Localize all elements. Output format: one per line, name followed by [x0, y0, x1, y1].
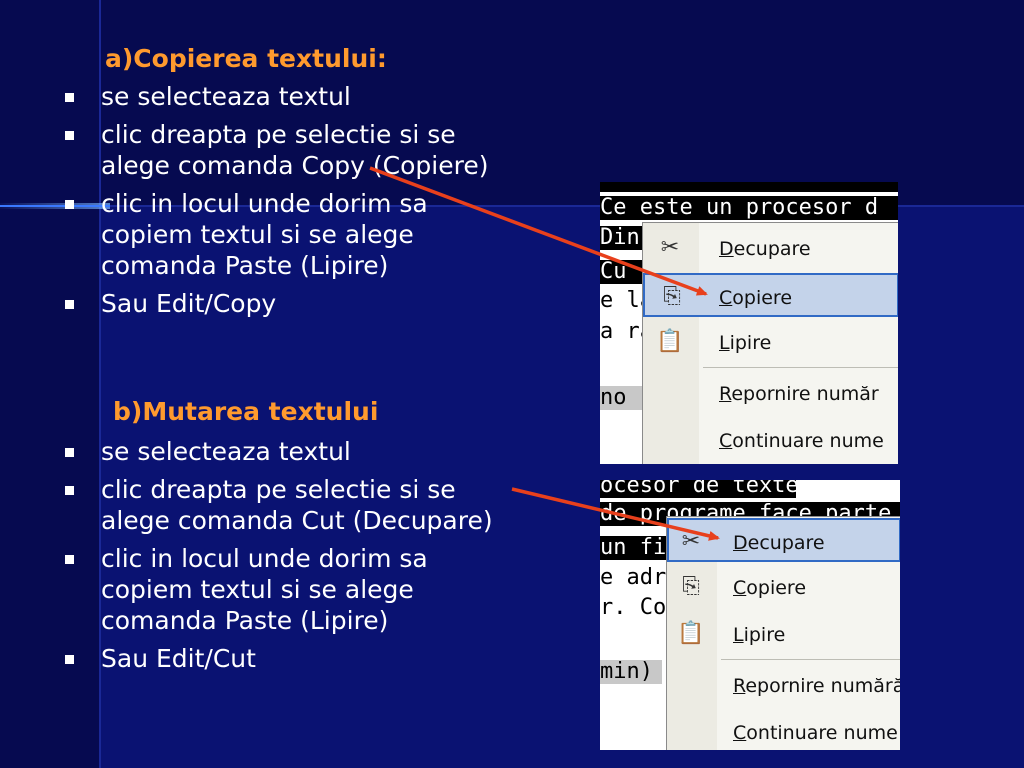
- paste-icon: 📋: [656, 329, 684, 354]
- copy-menu-screenshot: Ce este un procesor d Din Cu e la a ra n…: [600, 182, 898, 464]
- scissors-icon: ✂: [681, 529, 701, 554]
- list-item: Sau Edit/Copy: [62, 288, 512, 319]
- menu-item-lipire[interactable]: 📋 Lipire: [667, 612, 900, 656]
- paste-icon: 📋: [677, 621, 705, 646]
- scissors-icon: ✂: [660, 235, 680, 260]
- doc-line-dark: un fi: [600, 535, 667, 560]
- list-item: clic dreapta pe selectie si se alege com…: [62, 474, 512, 536]
- doc-line-dark: ocesor de texte: [600, 480, 799, 498]
- menu-item-continuare-numerotare[interactable]: Continuare nume: [643, 418, 898, 462]
- menu-item-repornire-numar[interactable]: Repornire numără: [667, 663, 900, 707]
- context-menu: ✂ Decupare ⎘ Copiere 📋 Lipire Repornire …: [666, 516, 900, 750]
- menu-item-repornire-numar[interactable]: Repornire număr: [643, 371, 898, 415]
- menu-item-lipire[interactable]: 📋 Lipire: [643, 320, 898, 364]
- list-item: clic dreapta pe selectie si se alege com…: [62, 119, 512, 181]
- heading-copy-text: a)Copierea textului:: [105, 44, 387, 73]
- bullet-square-icon: [65, 93, 74, 102]
- bullet-square-icon: [65, 486, 74, 495]
- menu-separator: [703, 367, 898, 368]
- list-item: se selecteaza textul: [62, 81, 512, 112]
- list-item: Sau Edit/Cut: [62, 643, 512, 674]
- bullet-square-icon: [65, 300, 74, 309]
- menu-item-continuare-numerotare[interactable]: Continuare nume: [667, 710, 900, 750]
- menu-item-copiere[interactable]: ⎘ Copiere: [667, 565, 900, 609]
- bullet-square-icon: [65, 131, 74, 140]
- move-steps-list: se selecteaza textul clic dreapta pe sel…: [62, 436, 512, 681]
- menu-item-decupare[interactable]: ✂ Decupare: [643, 226, 898, 270]
- context-menu: ✂ Decupare ⎘ Copiere 📋 Lipire Repornire …: [642, 222, 898, 464]
- menu-item-copiere[interactable]: ⎘ Copiere: [643, 273, 898, 317]
- copy-icon: ⎘: [682, 574, 700, 599]
- menu-separator: [721, 659, 900, 660]
- list-item: se selecteaza textul: [62, 436, 512, 467]
- heading-move-text: b)Mutarea textului: [113, 397, 379, 426]
- doc-line-dark: Ce este un procesor d: [600, 196, 898, 220]
- doc-line-grey: no: [600, 386, 644, 410]
- bullet-square-icon: [65, 200, 74, 209]
- doc-line-grey: min): [600, 660, 662, 684]
- doc-line-dark: Cu: [600, 260, 644, 284]
- copy-icon: ⎘: [663, 284, 681, 309]
- list-item: clic in locul unde dorim sa copiem textu…: [62, 188, 512, 281]
- menu-item-decupare[interactable]: ✂ Decupare: [667, 518, 900, 562]
- cut-menu-screenshot: ocesor de texte de programe face parte u…: [600, 480, 900, 750]
- bullet-square-icon: [65, 448, 74, 457]
- bullet-square-icon: [65, 555, 74, 564]
- bullet-square-icon: [65, 655, 74, 664]
- doc-line-dark: Din: [600, 226, 644, 250]
- copy-steps-list: se selecteaza textul clic dreapta pe sel…: [62, 81, 512, 326]
- list-item: clic in locul unde dorim sa copiem textu…: [62, 543, 512, 636]
- doc-line-dark: [600, 182, 898, 192]
